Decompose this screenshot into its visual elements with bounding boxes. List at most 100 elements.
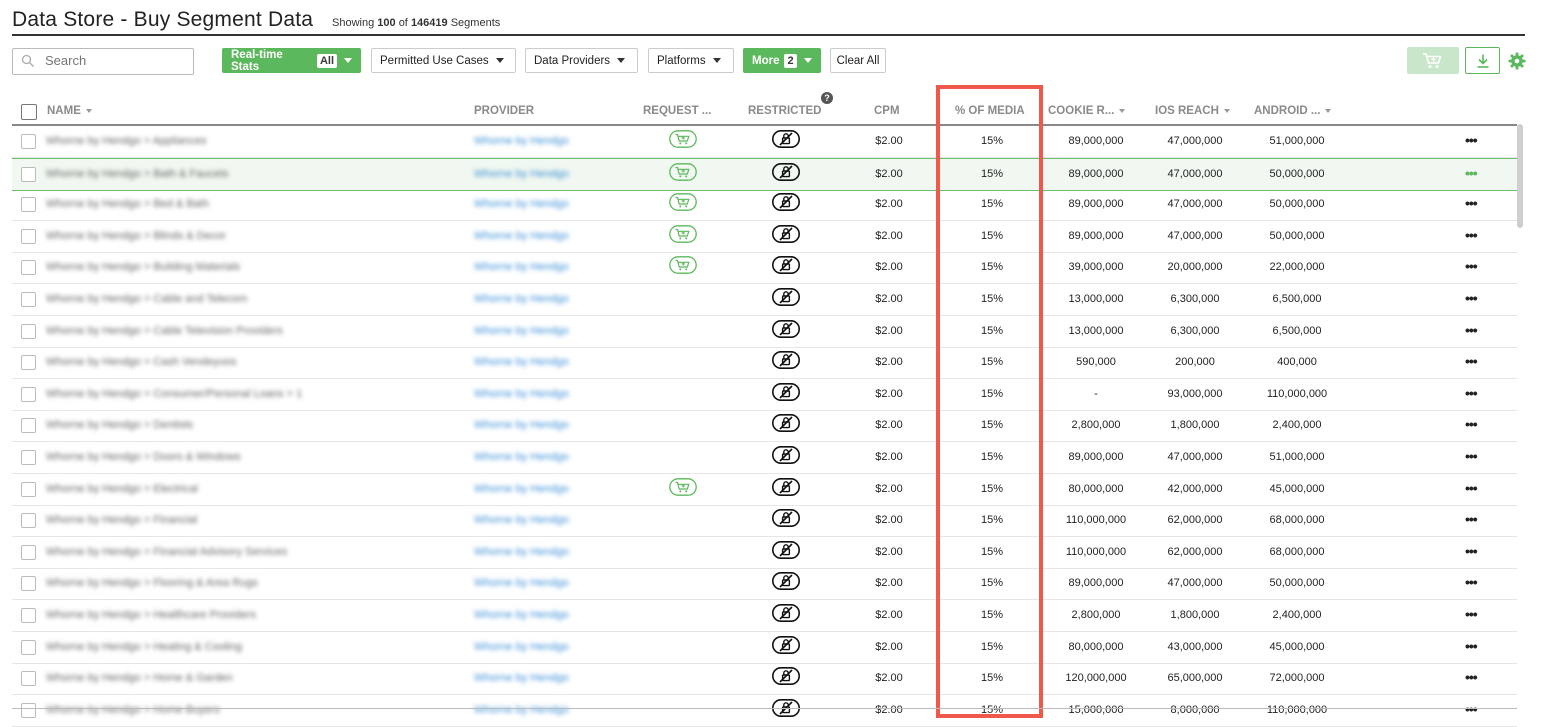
select-all-checkbox[interactable] <box>21 104 37 120</box>
download-button[interactable] <box>1465 47 1500 74</box>
table-row[interactable]: Whorne by Hendgo > Financial Advisory Se… <box>12 537 1517 569</box>
col-request[interactable]: REQUEST ... <box>643 105 711 117</box>
table-row[interactable]: Whorne by Hendgo > Bath & Faucets Whorne … <box>12 157 1517 191</box>
row-checkbox[interactable] <box>21 166 36 182</box>
row-actions-button[interactable]: ••• <box>1465 606 1478 622</box>
segment-name[interactable]: Whorne by Hendgo > Cable Television Prov… <box>46 325 283 337</box>
data-providers-dropdown[interactable]: Data Providers <box>525 48 638 73</box>
col-restricted[interactable]: RESTRICTED <box>748 105 821 117</box>
col-provider[interactable]: PROVIDER <box>474 105 534 117</box>
segment-name[interactable]: Whorne by Hendgo > Home Buyers <box>46 704 220 716</box>
request-cart-icon[interactable] <box>669 162 697 186</box>
provider-link[interactable]: Whorne by Hendgo <box>474 388 569 400</box>
request-cart-icon[interactable] <box>669 130 697 153</box>
row-checkbox[interactable] <box>21 608 36 623</box>
col-ios-reach[interactable]: IOS REACH <box>1155 105 1230 117</box>
row-actions-button[interactable]: ••• <box>1465 165 1478 181</box>
row-actions-button[interactable]: ••• <box>1465 132 1478 148</box>
row-checkbox[interactable] <box>21 702 36 718</box>
row-checkbox[interactable] <box>21 513 36 529</box>
provider-link[interactable]: Whorne by Hendgo <box>474 325 569 337</box>
platforms-dropdown[interactable]: Platforms <box>648 48 734 73</box>
table-row[interactable]: Whorne by Hendgo > Doors & Windows Whorne… <box>12 442 1517 474</box>
provider-link[interactable]: Whorne by Hendgo <box>474 483 569 495</box>
row-checkbox[interactable] <box>21 197 36 213</box>
row-actions-button[interactable]: ••• <box>1465 448 1478 464</box>
row-actions-button[interactable]: ••• <box>1465 480 1478 496</box>
row-actions-button[interactable]: ••• <box>1465 543 1478 559</box>
row-actions-button[interactable]: ••• <box>1465 322 1478 338</box>
segment-name[interactable]: Whorne by Hendgo > Electrical <box>46 483 198 495</box>
request-cart-icon[interactable] <box>669 193 697 216</box>
realtime-stats-dropdown[interactable]: Real-time Stats All <box>222 48 361 73</box>
table-row[interactable]: Whorne by Hendgo > Appliances Whorne by H… <box>12 126 1517 158</box>
provider-link[interactable]: Whorne by Hendgo <box>474 451 569 463</box>
row-actions-button[interactable]: ••• <box>1465 669 1478 685</box>
provider-link[interactable]: Whorne by Hendgo <box>474 609 569 621</box>
provider-link[interactable]: Whorne by Hendgo <box>474 672 569 684</box>
vertical-scrollbar[interactable] <box>1517 124 1523 228</box>
table-row[interactable]: Whorne by Hendgo > Heating & Cooling Whor… <box>12 632 1517 664</box>
segment-name[interactable]: Whorne by Hendgo > Financial <box>46 514 197 526</box>
col-cookie-reach[interactable]: COOKIE R... <box>1048 105 1126 117</box>
row-checkbox[interactable] <box>21 134 36 149</box>
row-actions-button[interactable]: ••• <box>1465 511 1478 527</box>
search-input[interactable] <box>43 52 187 69</box>
row-checkbox[interactable] <box>21 260 36 276</box>
permitted-use-cases-dropdown[interactable]: Permitted Use Cases <box>371 48 516 73</box>
more-filters-dropdown[interactable]: More 2 <box>743 48 821 73</box>
table-row[interactable]: Whorne by Hendgo > Financial Whorne by He… <box>12 505 1517 538</box>
table-row[interactable]: Whorne by Hendgo > Cable and Telecom Whor… <box>12 284 1517 316</box>
table-row[interactable]: Whorne by Hendgo > Cable Television Prov… <box>12 316 1517 348</box>
request-cart-icon[interactable] <box>669 224 697 248</box>
segment-name[interactable]: Whorne by Hendgo > Building Materials <box>46 261 240 273</box>
segment-name[interactable]: Whorne by Hendgo > Doors & Windows <box>46 451 241 463</box>
row-checkbox[interactable] <box>21 671 36 687</box>
provider-link[interactable]: Whorne by Hendgo <box>474 293 569 305</box>
segment-name[interactable]: Whorne by Hendgo > Healthcare Providers <box>46 609 256 621</box>
table-row[interactable]: Whorne by Hendgo > Flooring & Area Rugs W… <box>12 568 1517 601</box>
row-actions-button[interactable]: ••• <box>1465 416 1478 432</box>
help-icon[interactable]: ? <box>821 92 833 104</box>
segment-name[interactable]: Whorne by Hendgo > Cable and Telecom <box>46 293 247 305</box>
provider-link[interactable]: Whorne by Hendgo <box>474 198 569 210</box>
row-actions-button[interactable]: ••• <box>1465 353 1478 369</box>
row-checkbox[interactable] <box>21 576 36 592</box>
row-checkbox[interactable] <box>21 228 36 244</box>
segment-name[interactable]: Whorne by Hendgo > Appliances <box>46 135 207 147</box>
row-checkbox[interactable] <box>21 355 36 371</box>
provider-link[interactable]: Whorne by Hendgo <box>474 577 569 589</box>
provider-link[interactable]: Whorne by Hendgo <box>474 356 569 368</box>
search-box[interactable] <box>12 48 194 75</box>
col-name[interactable]: NAME <box>47 105 92 117</box>
segment-name[interactable]: Whorne by Hendgo > Bed & Bath <box>46 198 209 210</box>
table-row[interactable]: Whorne by Hendgo > Electrical Whorne by H… <box>12 474 1517 506</box>
row-checkbox[interactable] <box>21 639 36 655</box>
clear-all-button[interactable]: Clear All <box>830 48 886 73</box>
provider-link[interactable]: Whorne by Hendgo <box>474 135 569 147</box>
table-row[interactable]: Whorne by Hendgo > Blinds & Decor Whorne … <box>12 221 1517 253</box>
row-checkbox[interactable] <box>21 481 36 497</box>
provider-link[interactable]: Whorne by Hendgo <box>474 168 569 180</box>
request-cart-icon[interactable] <box>669 477 697 501</box>
request-cart-icon[interactable] <box>669 256 697 279</box>
row-checkbox[interactable] <box>21 323 36 339</box>
provider-link[interactable]: Whorne by Hendgo <box>474 419 569 431</box>
provider-link[interactable]: Whorne by Hendgo <box>474 514 569 526</box>
table-row[interactable]: Whorne by Hendgo > Building Materials Who… <box>12 252 1517 285</box>
col-cpm[interactable]: CPM <box>874 105 900 117</box>
table-row[interactable]: Whorne by Hendgo > Home & Garden Whorne b… <box>12 663 1517 696</box>
table-row[interactable]: Whorne by Hendgo > Bed & Bath Whorne by H… <box>12 189 1517 222</box>
settings-button[interactable] <box>1506 47 1528 74</box>
table-row[interactable]: Whorne by Hendgo > Cash Vendeyuos Whorne … <box>12 347 1517 380</box>
segment-name[interactable]: Whorne by Hendgo > Dentists <box>46 419 193 431</box>
row-checkbox[interactable] <box>21 418 36 434</box>
row-actions-button[interactable]: ••• <box>1465 290 1478 306</box>
segment-name[interactable]: Whorne by Hendgo > Cash Vendeyuos <box>46 356 237 368</box>
table-row[interactable]: Whorne by Hendgo > Dentists Whorne by Hen… <box>12 410 1517 443</box>
segment-name[interactable]: Whorne by Hendgo > Heating & Cooling <box>46 641 242 653</box>
table-row[interactable]: Whorne by Hendgo > Healthcare Providers W… <box>12 600 1517 632</box>
provider-link[interactable]: Whorne by Hendgo <box>474 261 569 273</box>
row-actions-button[interactable]: ••• <box>1465 227 1478 243</box>
segment-name[interactable]: Whorne by Hendgo > Flooring & Area Rugs <box>46 577 258 589</box>
